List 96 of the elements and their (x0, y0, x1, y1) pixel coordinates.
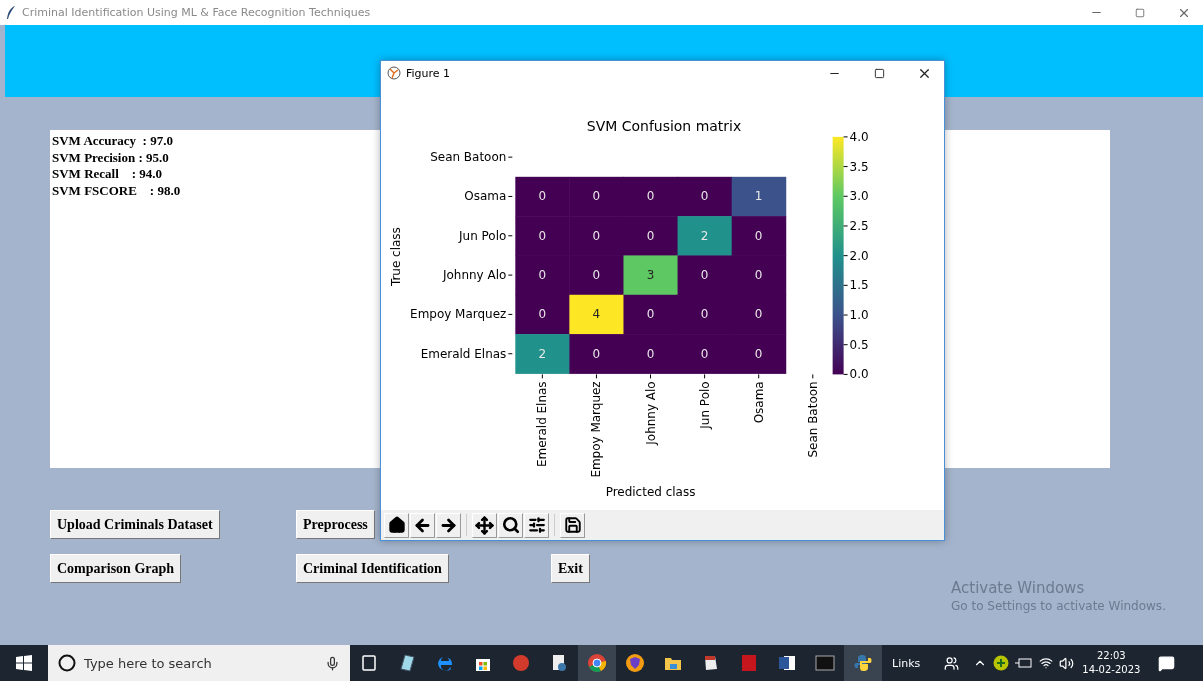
cell-value: 0 (538, 268, 547, 283)
windows-logo-icon[interactable] (16, 655, 32, 671)
people-icon[interactable] (944, 655, 960, 671)
cell-value: 0 (538, 228, 547, 243)
cell-value: 0 (700, 189, 709, 204)
cell-value: 0 (700, 268, 709, 283)
matrix-cell (569, 294, 624, 335)
colorbar-tick: 3.5 (849, 159, 869, 174)
cell-value: 3 (646, 268, 655, 283)
battery-icon[interactable] (1015, 656, 1034, 670)
colorbar-tick: 0.5 (849, 337, 869, 352)
matrix-cell (731, 334, 787, 374)
matrix-cell (569, 255, 624, 296)
colorbar-tick: 0.0 (849, 367, 869, 382)
window-title: Criminal Identification Using ML & Face Recognition Techniques (22, 6, 372, 19)
wifi-icon[interactable] (1039, 656, 1054, 670)
cell-value: 0 (592, 346, 601, 361)
row-label: Johnny Alo (443, 268, 507, 283)
row-label: Sean Batoon (430, 150, 507, 165)
colorbar-tick: 3.0 (849, 189, 869, 204)
colorbar-tick: 2.5 (849, 218, 869, 233)
microphone-icon[interactable] (325, 655, 340, 671)
links-toolbar[interactable]: Links (882, 656, 931, 670)
speaker-icon[interactable] (1059, 655, 1075, 671)
cell-value: 0 (592, 268, 601, 283)
matrix-cell (677, 216, 733, 256)
colorbar-tick: 2.0 (849, 248, 869, 263)
figure-title: Figure 1 (406, 66, 452, 80)
cell-value: 1 (754, 189, 763, 204)
matrix-cell (569, 216, 624, 256)
cell-value: 0 (754, 346, 763, 361)
cell-value: 0 (538, 189, 547, 204)
matrix-cell (623, 255, 679, 296)
matrix-cell (515, 294, 570, 335)
feather-icon (6, 5, 16, 20)
matrix-cell (515, 216, 570, 256)
column-label: Sean Batoon (805, 381, 820, 458)
chart-title: SVM Confusion matrix (586, 117, 742, 134)
action-button[interactable]: Comparison Graph (50, 554, 182, 583)
x-axis-label: Predicted class (605, 485, 696, 500)
result-line: SVM Accuracy : 97.0 (52, 133, 173, 150)
cell-value: 2 (700, 228, 709, 243)
colorbar-tick: 1.5 (849, 278, 869, 293)
clock[interactable]: 22:03 14-02-2023 (1074, 649, 1149, 677)
cell-value: 0 (754, 307, 763, 322)
cell-value: 0 (700, 307, 709, 322)
figure-icon (387, 66, 401, 81)
activation-title: Activate Windows (951, 579, 1086, 597)
matrix-cell (731, 176, 787, 217)
matrix-cell (623, 216, 679, 256)
matrix-cell (515, 334, 570, 374)
colorbar-tick: 4.0 (849, 129, 869, 144)
cell-value: 0 (592, 189, 601, 204)
cell-value: 0 (646, 228, 655, 243)
cell-value: 0 (754, 268, 763, 283)
shield-icon[interactable] (623, 651, 647, 675)
row-label: Emerald Elnas (420, 346, 507, 361)
matrix-cell (569, 176, 624, 217)
column-label: Emerald Elnas (535, 381, 550, 467)
cell-value: 0 (646, 346, 655, 361)
matrix-cell (569, 334, 624, 374)
action-button[interactable]: Upload Criminals Dataset (50, 510, 220, 539)
row-label: Empoy Marquez (410, 307, 507, 322)
matrix-cell (515, 255, 570, 296)
result-line: SVM Recall : 94.0 (52, 166, 163, 183)
row-label: Jun Polo (459, 228, 507, 243)
matrix-cell (623, 294, 679, 335)
cell-value: 4 (592, 307, 601, 322)
plus-circle-icon[interactable] (993, 655, 1010, 671)
row-label: Osama (464, 189, 507, 204)
column-label: Johnny Alo (643, 381, 658, 445)
column-label: Jun Polo (697, 381, 712, 429)
search-field[interactable]: Type here to search (48, 645, 350, 681)
action-button[interactable]: Criminal Identification (296, 554, 449, 583)
cell-value: 2 (538, 346, 547, 361)
column-label: Osama (751, 381, 766, 424)
circle-icon (58, 654, 76, 672)
matrix-cell (515, 176, 570, 217)
colorful-circle-icon[interactable] (585, 651, 609, 675)
notification-icon[interactable] (1158, 654, 1176, 672)
matrix-cell (677, 176, 733, 217)
action-button[interactable]: Exit (551, 554, 590, 583)
action-button[interactable]: Preprocess (296, 510, 375, 539)
cell-value: 0 (538, 307, 547, 322)
cell-value: 0 (646, 189, 655, 204)
cell-value: 0 (592, 228, 601, 243)
matrix-cell (731, 216, 787, 256)
activation-hint: Go to Settings to activate Windows. (951, 599, 1166, 613)
result-line: SVM Precision : 95.0 (52, 149, 169, 166)
y-axis-label: True class (388, 227, 403, 287)
cell-value: 0 (754, 228, 763, 243)
result-line: SVM FSCORE : 98.0 (52, 182, 181, 199)
cell-value: 0 (646, 307, 655, 322)
cell-value: 0 (700, 346, 709, 361)
column-label: Empoy Marquez (589, 381, 604, 478)
colorbar-tick: 1.0 (849, 307, 869, 322)
